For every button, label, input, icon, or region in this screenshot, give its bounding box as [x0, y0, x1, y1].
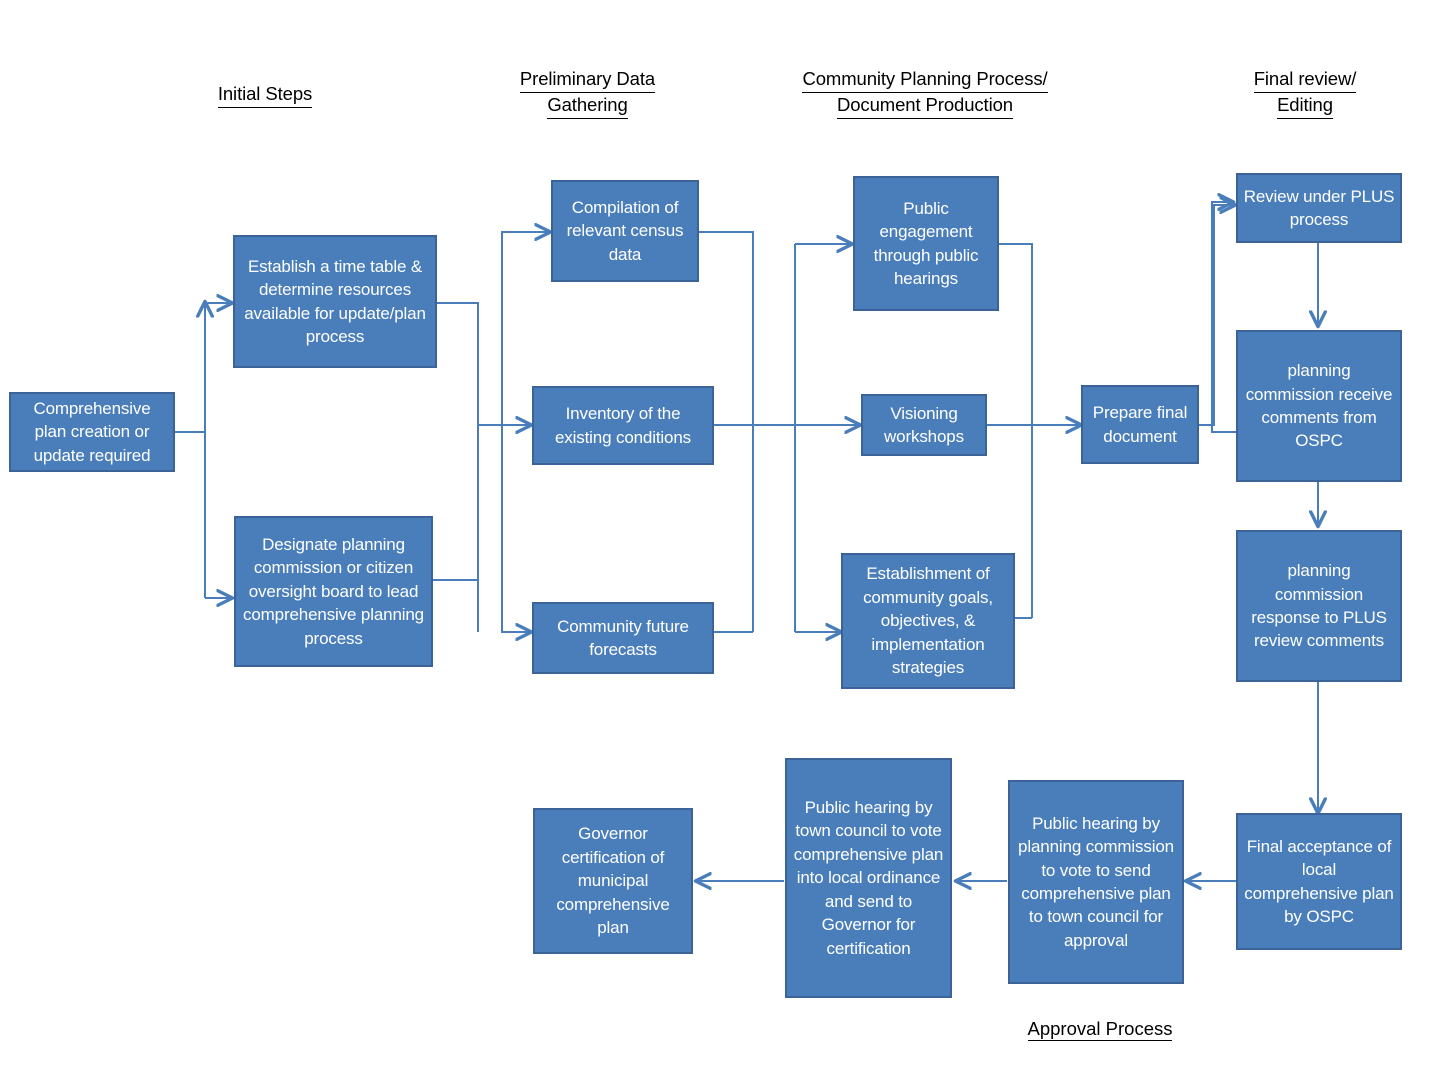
header-preliminary-data-line-2: Gathering	[547, 93, 628, 119]
node-designate-planning-commission[interactable]: Designate planning commission or citizen…	[234, 516, 433, 667]
node-visioning-workshops[interactable]: Visioning workshops	[861, 394, 987, 456]
node-public-hearing-planning-commission-label: Public hearing by planning commission to…	[1018, 813, 1174, 950]
node-public-engagement-hearings[interactable]: Public engagement through public hearing…	[853, 176, 999, 311]
node-designate-planning-commission-label: Designate planning commission or citizen…	[243, 534, 424, 648]
header-initial-steps: Initial Steps	[180, 82, 350, 108]
node-planning-commission-response[interactable]: planning commission response to PLUS rev…	[1236, 530, 1402, 682]
node-final-acceptance-ospc-label: Final acceptance of local comprehensive …	[1244, 836, 1394, 926]
node-planning-commission-response-label: planning commission response to PLUS rev…	[1251, 561, 1387, 651]
connector-layer	[175, 0, 1429, 1071]
node-governor-certification[interactable]: Governor certification of municipal comp…	[533, 808, 693, 954]
label-approval-process-text: Approval Process	[1027, 1018, 1173, 1041]
node-prepare-final-document[interactable]: Prepare final document	[1081, 385, 1199, 464]
header-preliminary-data-line-1: Preliminary Data	[519, 67, 655, 93]
node-establishment-community-goals-label: Establishment of community goals, object…	[863, 564, 993, 678]
node-final-acceptance-ospc[interactable]: Final acceptance of local comprehensive …	[1236, 813, 1402, 950]
header-community-planning: Community Planning Process/ Document Pro…	[775, 67, 1075, 119]
node-inventory-existing-conditions[interactable]: Inventory of the existing conditions	[532, 386, 714, 465]
node-compilation-census-data[interactable]: Compilation of relevant census data	[551, 180, 699, 282]
header-final-review-line-2: Editing	[1277, 93, 1333, 119]
header-community-planning-line-2: Document Production	[836, 93, 1013, 119]
node-planning-commission-receive-comments-label: planning commission receive comments fro…	[1245, 361, 1393, 451]
node-governor-certification-label: Governor certification of municipal comp…	[556, 824, 670, 938]
node-public-hearing-town-council[interactable]: Public hearing by town council to vote c…	[785, 758, 952, 998]
node-review-under-plus[interactable]: Review under PLUS process	[1236, 173, 1402, 243]
node-planning-commission-receive-comments[interactable]: planning commission receive comments fro…	[1236, 330, 1402, 482]
node-community-future-forecasts[interactable]: Community future forecasts	[532, 602, 714, 674]
node-public-engagement-hearings-label: Public engagement through public hearing…	[873, 198, 979, 288]
node-comprehensive-plan-creation-label: Comprehensive plan creation or update re…	[33, 398, 151, 465]
node-public-hearing-town-council-label: Public hearing by town council to vote c…	[793, 797, 944, 958]
node-review-under-plus-label: Review under PLUS process	[1243, 186, 1395, 229]
header-community-planning-line-1: Community Planning Process/	[802, 67, 1048, 93]
node-establishment-community-goals[interactable]: Establishment of community goals, object…	[841, 553, 1015, 689]
label-approval-process: Approval Process	[995, 1018, 1205, 1041]
header-initial-steps-line-1: Initial Steps	[217, 82, 312, 108]
node-prepare-final-document-label: Prepare final document	[1092, 403, 1188, 446]
node-compilation-census-data-label: Compilation of relevant census data	[566, 197, 684, 264]
header-final-review-line-1: Final review/	[1253, 67, 1356, 93]
node-public-hearing-planning-commission[interactable]: Public hearing by planning commission to…	[1008, 780, 1184, 984]
header-final-review: Final review/ Editing	[1215, 67, 1395, 119]
node-establish-time-table[interactable]: Establish a time table & determine resou…	[233, 235, 437, 368]
header-preliminary-data: Preliminary Data Gathering	[485, 67, 690, 119]
node-inventory-existing-conditions-label: Inventory of the existing conditions	[554, 404, 692, 447]
node-establish-time-table-label: Establish a time table & determine resou…	[244, 256, 426, 346]
node-comprehensive-plan-creation[interactable]: Comprehensive plan creation or update re…	[9, 392, 175, 472]
flowchart-canvas: Initial Steps Preliminary Data Gathering…	[0, 0, 1429, 1071]
node-visioning-workshops-label: Visioning workshops	[884, 403, 964, 446]
node-community-future-forecasts-label: Community future forecasts	[557, 616, 689, 659]
